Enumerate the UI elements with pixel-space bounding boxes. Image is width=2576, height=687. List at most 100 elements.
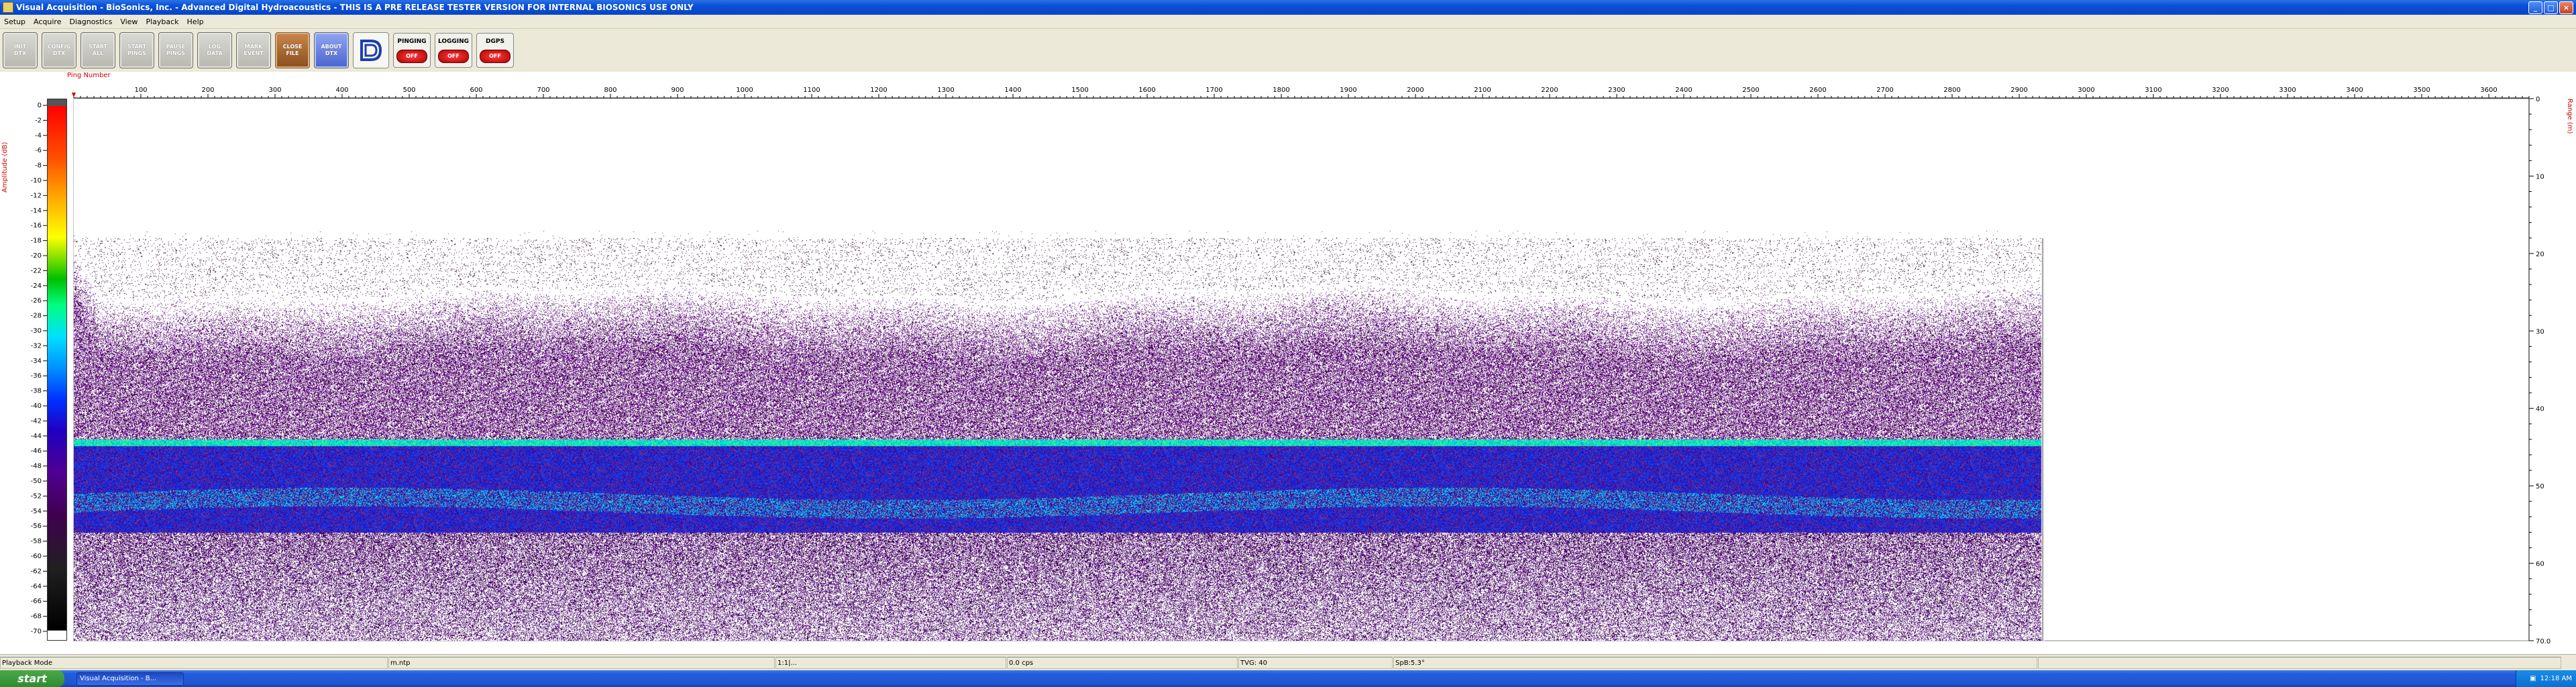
status-extra: [2038, 657, 2561, 669]
amplitude-tick-label: -36: [31, 372, 42, 380]
x-tick-label: 1800: [1273, 87, 1289, 94]
biosonics-logo-button[interactable]: [353, 32, 389, 68]
range-tick-label: 60: [2536, 561, 2544, 568]
x-tick-label: 3600: [2480, 87, 2497, 94]
config-dtx-button[interactable]: CONFIG DTX: [42, 32, 76, 68]
x-tick-label: 1400: [1004, 87, 1021, 94]
amplitude-tick-label: -54: [31, 508, 42, 515]
range-tick-label: 70.0: [2536, 638, 2551, 645]
status-cps: 0.0 cps: [1007, 657, 1238, 669]
range-tick-label: 10: [2536, 173, 2544, 180]
title-bar: Visual Acquisition - BioSonics, Inc. - A…: [0, 0, 2576, 15]
pinging-lamp: OFF: [396, 49, 427, 63]
close-button[interactable]: ×: [2559, 1, 2573, 14]
x-tick-label: 500: [402, 87, 415, 94]
about-dtx-button[interactable]: ABOUT DTX: [314, 32, 349, 68]
minimize-button[interactable]: _: [2528, 1, 2542, 14]
menu-playback[interactable]: Playback: [142, 17, 182, 26]
amplitude-tick-label: -6: [35, 147, 42, 154]
tray-network-icon[interactable]: ▣: [2530, 675, 2536, 682]
status-file: m.ntp: [388, 657, 775, 669]
x-tick-label: 1500: [1071, 87, 1088, 94]
pause-pings-button[interactable]: PAUSE PINGS: [158, 32, 193, 68]
echogram-image[interactable]: [74, 99, 2045, 641]
amplitude-tick-label: -4: [35, 132, 42, 140]
amplitude-tick-label: -10: [31, 177, 42, 184]
log-data-button[interactable]: LOG DATA: [197, 32, 232, 68]
amplitude-tick-label: -66: [31, 598, 42, 605]
amplitude-tick-label: -32: [31, 342, 42, 350]
x-tick-label: 200: [201, 87, 214, 94]
amplitude-tick-label: -64: [31, 583, 42, 590]
window-controls: _ □ ×: [2528, 1, 2573, 14]
menu-bar: Setup Acquire Diagnostics View Playback …: [0, 15, 2576, 29]
taskbar-visual-acquisition[interactable]: Visual Acquisition - B...: [76, 672, 184, 686]
x-tick-label: 2800: [1943, 87, 1960, 94]
amplitude-tick-label: -44: [31, 433, 42, 440]
menu-diagnostics[interactable]: Diagnostics: [65, 17, 116, 26]
x-tick-label: 3100: [2145, 87, 2161, 94]
x-tick-label: 1300: [937, 87, 954, 94]
x-tick-label: 300: [268, 87, 281, 94]
amplitude-tick-label: -60: [31, 553, 42, 560]
x-tick-label: 3200: [2212, 87, 2229, 94]
pinging-indicator: PINGING OFF: [393, 33, 431, 68]
x-tick-label: 1100: [803, 87, 820, 94]
amplitude-tick-label: -52: [31, 492, 42, 500]
x-tick-label: 3500: [2413, 87, 2430, 94]
amplitude-tick-label: -34: [31, 358, 42, 365]
amplitude-tick-label: -22: [31, 267, 42, 274]
maximize-button[interactable]: □: [2544, 1, 2558, 14]
x-tick-label: 800: [604, 87, 616, 94]
x-tick-label: 1000: [736, 87, 753, 94]
amplitude-tick-label: -26: [31, 297, 42, 305]
status-bar: Playback Mode m.ntp 1:1|... 0.0 cps TVG:…: [0, 654, 2576, 671]
range-tick-label: 30: [2536, 328, 2544, 335]
menu-view[interactable]: View: [116, 17, 142, 26]
toolbar: INIT DTX CONFIG DTX START ALL START PING…: [0, 29, 2576, 72]
tray-clock: 12:18 AM: [2540, 675, 2572, 682]
amplitude-tick-label: -14: [31, 207, 42, 215]
amplitude-tick-label: -16: [31, 222, 42, 229]
amplitude-tick-label: -42: [31, 417, 42, 425]
amplitude-tick-label: -48: [31, 463, 42, 470]
start-button[interactable]: start: [0, 670, 64, 687]
status-spb: SpB:5.3°: [1393, 657, 2037, 669]
amplitude-tick-label: -20: [31, 252, 42, 260]
ping-cursor-marker[interactable]: [72, 93, 76, 97]
amplitude-tick-label: -2: [35, 117, 42, 124]
logging-label: LOGGING: [437, 38, 470, 45]
amplitude-tick-label: -38: [31, 388, 42, 395]
amplitude-tick-label: -58: [31, 538, 42, 545]
window-title: Visual Acquisition - BioSonics, Inc. - A…: [16, 3, 694, 12]
start-all-button[interactable]: START ALL: [80, 32, 115, 68]
amplitude-tick-label: -40: [31, 403, 42, 410]
x-tick-label: 2100: [1474, 87, 1491, 94]
menu-help[interactable]: Help: [183, 17, 208, 26]
dgps-indicator: DGPS OFF: [476, 33, 514, 68]
amplitude-tick-label: -30: [31, 327, 42, 335]
x-tick-label: 2400: [1675, 87, 1692, 94]
pinging-label: PINGING: [397, 38, 427, 45]
menu-acquire[interactable]: Acquire: [30, 17, 65, 26]
amplitude-tick-label: -62: [31, 568, 42, 575]
echogram-panel: Ping Number Amplitude (dB) Range (m) 100…: [0, 72, 2576, 654]
x-tick-label: 2000: [1407, 87, 1424, 94]
biosonics-logo-icon: [360, 40, 382, 61]
range-tick-label: 50: [2536, 483, 2544, 490]
dgps-label: DGPS: [486, 38, 504, 45]
init-dtx-button[interactable]: INIT DTX: [3, 32, 38, 68]
x-tick-label: 2200: [1541, 87, 1558, 94]
menu-setup[interactable]: Setup: [0, 17, 30, 26]
x-tick-label: 2300: [1608, 87, 1625, 94]
amplitude-tick-label: -28: [31, 313, 42, 320]
logging-indicator: LOGGING OFF: [435, 33, 472, 68]
amplitude-tick-label: -24: [31, 282, 42, 290]
close-file-button[interactable]: CLOSE FILE: [275, 32, 310, 68]
amplitude-tick-label: -18: [31, 237, 42, 245]
x-tick-label: 900: [671, 87, 684, 94]
mark-event-button[interactable]: MARK EVENT: [236, 32, 271, 68]
start-pings-button[interactable]: START PINGS: [119, 32, 154, 68]
range-tick-label: 40: [2536, 406, 2544, 413]
logging-lamp: OFF: [438, 49, 469, 63]
